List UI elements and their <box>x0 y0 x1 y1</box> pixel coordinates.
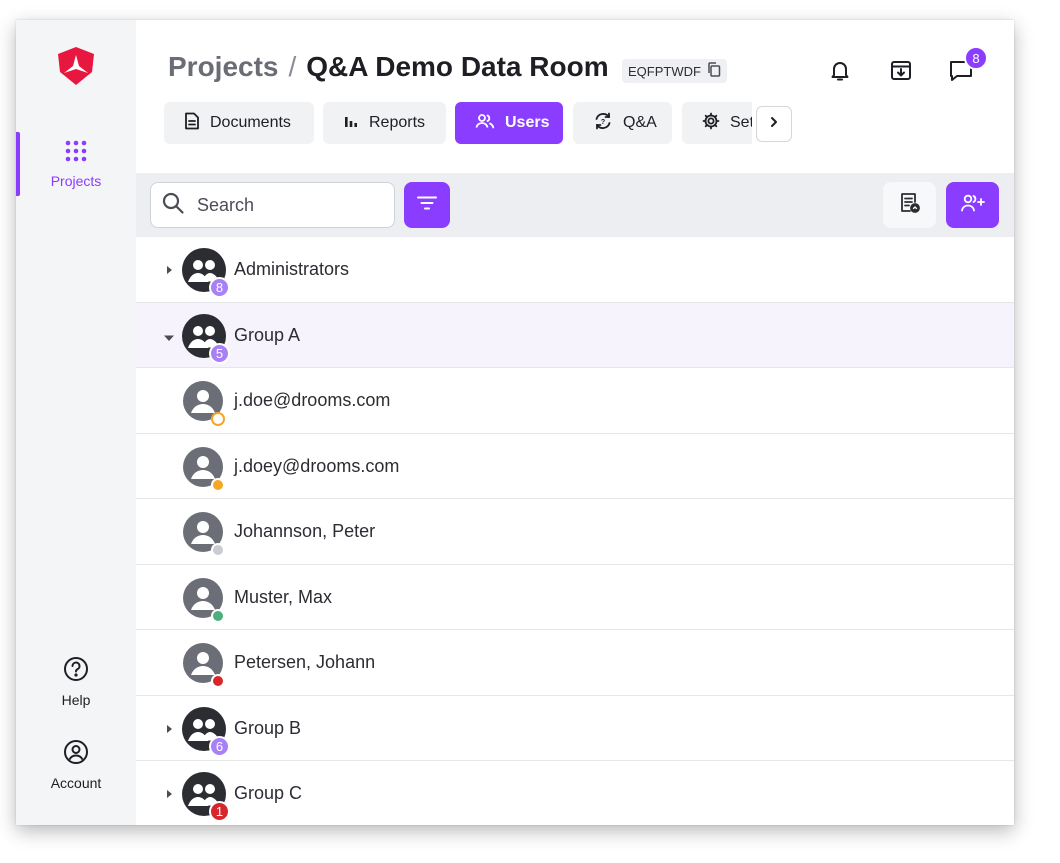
page-title: Q&A Demo Data Room <box>306 51 609 82</box>
status-active-dot <box>211 608 225 623</box>
user-row[interactable]: Muster, Max <box>136 564 1014 630</box>
user-name: Johannson, Peter <box>234 521 376 541</box>
search-box[interactable] <box>150 182 395 228</box>
tab-label: Settings <box>730 114 752 131</box>
tab-label: Q&A <box>623 114 657 131</box>
filter-button[interactable] <box>404 182 450 228</box>
tab-bar: Documents Reports Users ? Q&A Set <box>164 102 752 144</box>
tab-qa[interactable]: ? Q&A <box>573 102 672 144</box>
project-code: EQFPTWDF <box>628 63 701 79</box>
caret-down-icon[interactable] <box>163 330 174 342</box>
add-user-button[interactable] <box>946 182 999 228</box>
tab-label: Documents <box>210 114 291 131</box>
tab-reports[interactable]: Reports <box>323 102 446 144</box>
user-name: j.doey@drooms.com <box>234 455 400 476</box>
group-row-group-b[interactable]: 6 Group B <box>136 695 1014 761</box>
member-count-badge: 6 <box>209 735 230 757</box>
add-user-icon <box>960 193 986 218</box>
notifications-bell-icon[interactable] <box>826 56 854 84</box>
group-name: Group B <box>234 717 302 738</box>
user-row[interactable]: Petersen, Johann <box>136 630 1014 696</box>
caret-right-icon[interactable] <box>164 787 174 799</box>
sidebar-item-label: Projects <box>50 173 102 189</box>
breadcrumb-separator: / <box>288 51 297 82</box>
sidebar-item-projects[interactable]: Projects <box>16 132 136 196</box>
help-circle-icon <box>63 656 89 687</box>
filter-icon <box>417 196 437 215</box>
chevron-right-icon <box>769 115 779 133</box>
copy-icon[interactable] <box>707 62 721 80</box>
users-icon <box>475 113 495 134</box>
sidebar-item-label: Help <box>61 692 91 708</box>
tab-label: Reports <box>369 114 426 131</box>
app-window: Projects Help Account Projects / Q&A Dem… <box>16 20 1014 825</box>
tab-users[interactable]: Users <box>455 102 563 144</box>
chat-count-badge: 8 <box>964 46 988 70</box>
tab-label: Users <box>505 114 550 131</box>
qa-cycle-icon: ? <box>593 111 613 136</box>
status-invited-dot <box>211 477 225 492</box>
grid-dots-icon <box>65 140 87 167</box>
status-inactive-dot <box>211 543 225 557</box>
group-name: Group C <box>234 783 303 803</box>
member-count-badge: 1 <box>209 801 230 822</box>
member-count-badge: 5 <box>209 342 230 364</box>
svg-text:?: ? <box>601 119 605 126</box>
drooms-logo[interactable] <box>56 46 96 86</box>
gear-icon <box>702 112 720 135</box>
search-input[interactable] <box>197 194 377 216</box>
group-name: Group A <box>234 324 301 345</box>
group-name: Administrators <box>234 259 350 279</box>
sidebar-item-label: Account <box>50 775 102 791</box>
sidebar: Projects Help Account <box>16 20 136 825</box>
caret-right-icon[interactable] <box>164 722 174 734</box>
user-row[interactable]: j.doey@drooms.com <box>136 433 1014 499</box>
user-row[interactable]: j.doe@drooms.com <box>136 368 1014 434</box>
tab-settings[interactable]: Settings <box>682 102 752 144</box>
account-circle-icon <box>63 739 89 770</box>
report-icon <box>899 192 921 219</box>
status-blocked-dot <box>211 674 225 688</box>
inbox-download-icon[interactable] <box>887 56 915 84</box>
breadcrumb-projects[interactable]: Projects <box>168 51 279 82</box>
users-list: 8 Administrators 5 Group A j.doe@drooms.… <box>136 237 1014 825</box>
caret-right-icon[interactable] <box>164 263 174 275</box>
document-icon <box>184 112 200 135</box>
users-toolbar <box>136 173 1014 237</box>
member-count-badge: 8 <box>209 277 230 298</box>
user-report-button[interactable] <box>883 182 936 228</box>
tabs-scroll-right-button[interactable] <box>756 106 792 142</box>
user-name: Petersen, Johann <box>234 652 376 672</box>
group-row-administrators[interactable]: 8 Administrators <box>136 237 1014 303</box>
tab-documents[interactable]: Documents <box>164 102 314 144</box>
breadcrumb: Projects / Q&A Demo Data Room <box>168 51 609 83</box>
group-row-group-a[interactable]: 5 Group A <box>136 302 1014 368</box>
search-icon <box>161 191 185 220</box>
bar-chart-icon <box>343 113 359 134</box>
main-content: Projects / Q&A Demo Data Room EQFPTWDF 8… <box>136 20 1014 825</box>
group-row-group-c[interactable]: 1 Group C <box>136 761 1014 825</box>
user-name: j.doe@drooms.com <box>234 390 391 410</box>
user-row[interactable]: Johannson, Peter <box>136 499 1014 565</box>
status-pending-dot <box>211 412 225 426</box>
project-code-chip[interactable]: EQFPTWDF <box>622 59 727 83</box>
user-name: Muster, Max <box>234 586 333 607</box>
